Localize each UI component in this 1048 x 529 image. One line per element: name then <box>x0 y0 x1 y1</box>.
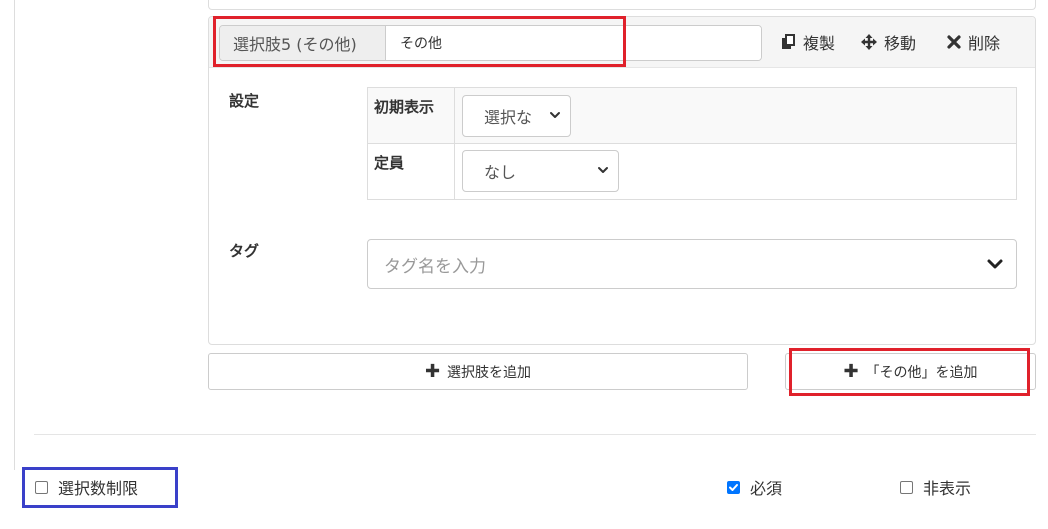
choice-card: 選択肢5 (その他) 複製 移動 削除 設定 初期表示 <box>208 16 1036 345</box>
settings-table: 初期表示 選択な 定員 なし <box>367 87 1017 200</box>
hidden-box[interactable] <box>900 480 913 494</box>
limit-selection-checkbox[interactable]: 選択数制限 <box>35 475 138 499</box>
plus-icon: ✚ <box>424 360 441 382</box>
copy-icon <box>782 34 795 49</box>
delete-label: 削除 <box>968 34 1001 53</box>
required-label: 必須 <box>750 479 783 498</box>
choice-number-label: 選択肢5 (その他) <box>220 26 386 60</box>
tag-label: タグ <box>229 242 260 260</box>
copy-label: 複製 <box>803 34 836 53</box>
section-divider <box>34 434 1036 435</box>
chevron-down-icon <box>598 167 608 173</box>
initial-display-header: 初期表示 <box>368 88 455 143</box>
add-other-button[interactable]: ✚ 「その他」を追加 <box>785 353 1036 390</box>
copy-button[interactable]: 複製 <box>779 29 835 55</box>
initial-display-value: 選択な <box>484 108 533 127</box>
initial-display-row: 初期表示 選択な <box>368 88 1016 144</box>
previous-choice-card <box>208 0 1036 10</box>
add-choice-label: 選択肢を追加 <box>447 364 532 381</box>
settings-label: 設定 <box>229 92 260 110</box>
hidden-checkbox[interactable]: 非表示 <box>900 475 971 499</box>
hidden-label: 非表示 <box>923 479 972 498</box>
limit-selection-box[interactable] <box>35 480 48 494</box>
capacity-value: なし <box>484 163 517 182</box>
capacity-header: 定員 <box>368 144 455 199</box>
move-label: 移動 <box>884 34 917 53</box>
required-box[interactable] <box>727 480 740 494</box>
capacity-row: 定員 なし <box>368 144 1016 199</box>
move-button[interactable]: 移動 <box>860 29 916 55</box>
plus-icon: ✚ <box>843 360 859 382</box>
chevron-down-icon <box>987 259 1003 269</box>
chevron-down-icon <box>550 112 560 118</box>
add-other-label: 「その他」を追加 <box>865 364 978 381</box>
move-icon <box>861 34 877 50</box>
delete-icon <box>947 35 961 49</box>
tag-placeholder: タグ名を入力 <box>384 256 486 277</box>
required-checkbox[interactable]: 必須 <box>727 475 782 499</box>
tag-input[interactable]: タグ名を入力 <box>367 239 1017 289</box>
panel-left-border <box>14 0 15 470</box>
initial-display-select[interactable]: 選択な <box>462 95 571 137</box>
capacity-select[interactable]: なし <box>462 150 619 192</box>
delete-button[interactable]: 削除 <box>946 29 1000 55</box>
choice-text-input[interactable] <box>386 26 761 60</box>
checkmark-icon <box>729 483 738 491</box>
choice-card-header: 選択肢5 (その他) 複製 移動 削除 <box>209 17 1035 68</box>
choice-text-group: 選択肢5 (その他) <box>219 25 762 61</box>
add-choice-button[interactable]: ✚ 選択肢を追加 <box>208 353 748 390</box>
limit-selection-label: 選択数制限 <box>58 479 139 498</box>
